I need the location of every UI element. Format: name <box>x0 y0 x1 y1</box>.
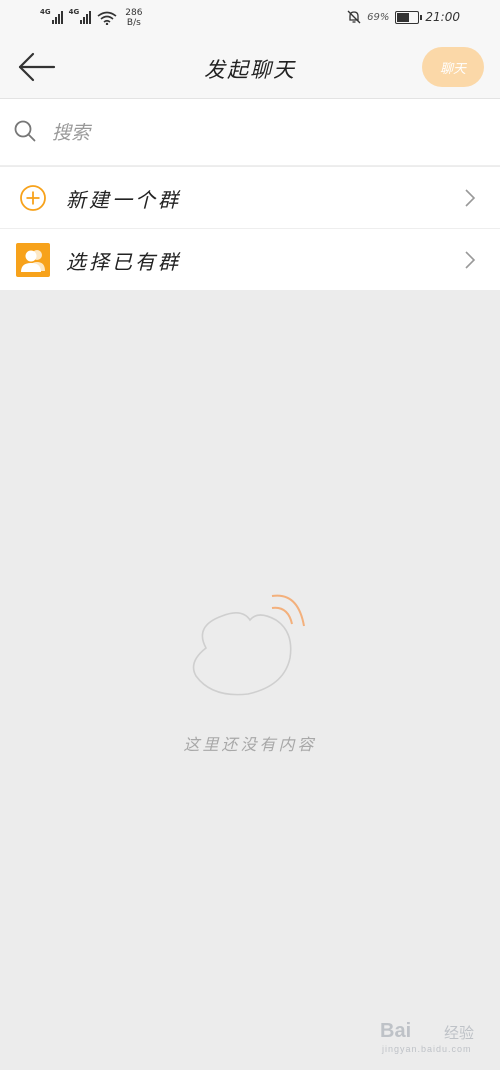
cell-signal-1: 4G <box>40 8 63 24</box>
battery-percent: 69% <box>367 11 390 23</box>
battery-level <box>397 12 410 22</box>
wifi-icon <box>97 11 117 25</box>
search-icon <box>14 120 36 142</box>
search-bar <box>0 99 500 166</box>
cell-signal-2: 4G <box>69 8 92 24</box>
signal-bars-icon <box>51 10 63 24</box>
list-item-new-group[interactable]: 新建一个群 <box>0 167 500 229</box>
list-item-label: 新建一个群 <box>66 188 181 212</box>
network-type-1: 4G <box>40 8 51 16</box>
watermark: Bai 经验 jingyan.baidu.com <box>380 1014 492 1058</box>
network-speed: 286 B/s <box>125 8 142 28</box>
empty-state-illustration <box>192 594 305 696</box>
chat-button[interactable]: 聊天 <box>422 47 484 87</box>
status-right: 69% 21:00 <box>347 10 460 24</box>
group-icon <box>16 243 50 277</box>
watermark-site: jingyan.baidu.com <box>382 1044 472 1054</box>
signal-bars-icon <box>80 10 92 24</box>
search-input[interactable] <box>50 117 474 149</box>
empty-state-message: 这里还没有内容 <box>183 735 317 754</box>
plus-circle-icon <box>20 185 46 211</box>
app-header: 发起聊天 聊天 <box>0 38 500 99</box>
status-bar: 4G 4G 286 B/s 69% 21:00 <box>0 0 500 38</box>
battery-icon <box>395 10 423 24</box>
speed-value: 286 <box>125 8 143 18</box>
clock-time: 21:00 <box>425 10 460 24</box>
speed-unit: B/s <box>126 18 141 28</box>
bell-muted-icon <box>347 10 361 24</box>
watermark-tag: 经验 <box>444 1024 475 1042</box>
chevron-right-icon <box>465 251 476 269</box>
network-type-2: 4G <box>68 8 80 16</box>
list-item-label: 选择已有群 <box>66 250 181 274</box>
list-item-existing-group[interactable]: 选择已有群 <box>0 229 500 290</box>
chevron-right-icon <box>465 189 476 207</box>
status-left: 4G 4G 286 B/s <box>40 8 142 28</box>
watermark-brand: Bai <box>380 1020 412 1042</box>
